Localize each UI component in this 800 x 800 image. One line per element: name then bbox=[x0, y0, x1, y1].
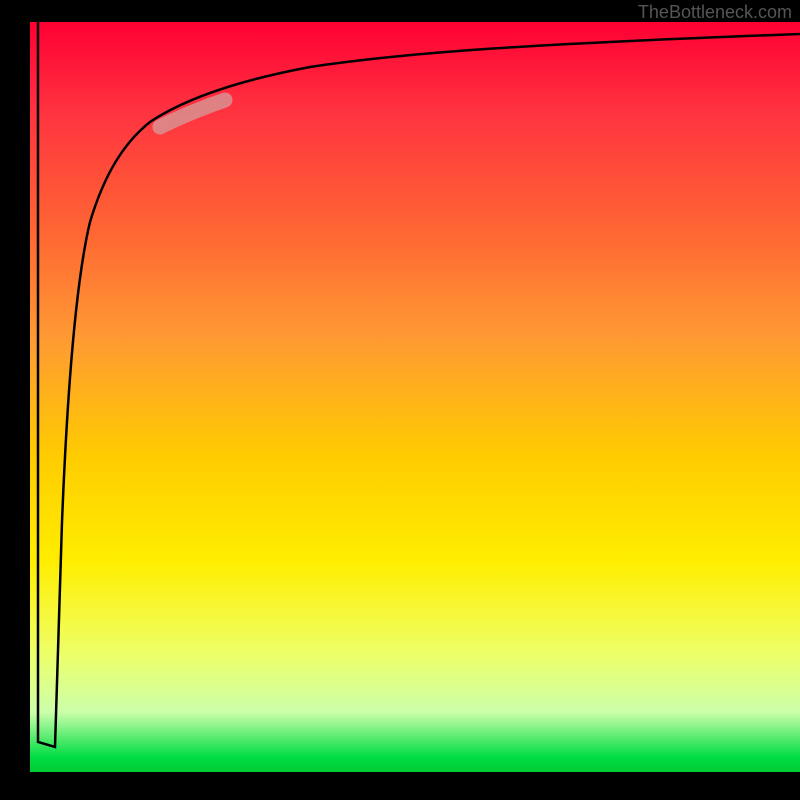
chart-container bbox=[30, 22, 800, 772]
chart-svg bbox=[30, 22, 800, 772]
main-curve-line bbox=[38, 22, 800, 747]
highlight-segment bbox=[160, 100, 225, 127]
watermark-text: TheBottleneck.com bbox=[638, 2, 792, 23]
